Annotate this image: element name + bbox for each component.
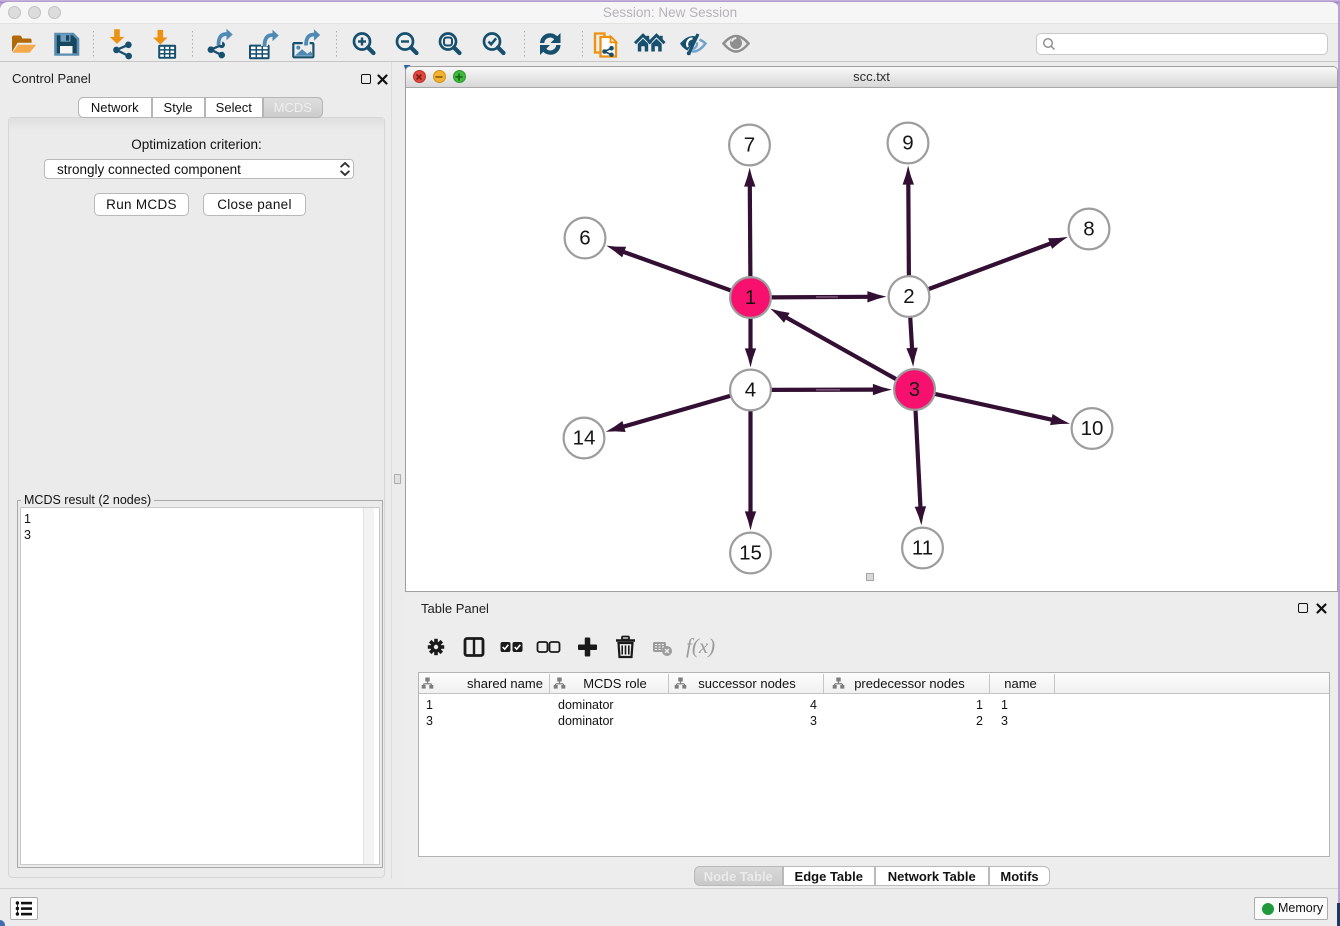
svg-text:9: 9 — [902, 132, 913, 155]
svg-text:3: 3 — [909, 378, 920, 401]
svg-text:7: 7 — [744, 134, 755, 157]
svg-text:6: 6 — [579, 227, 590, 250]
svg-text:1: 1 — [745, 286, 756, 309]
svg-text:11: 11 — [912, 537, 933, 560]
svg-text:8: 8 — [1083, 218, 1094, 241]
svg-text:14: 14 — [573, 427, 596, 450]
svg-text:15: 15 — [739, 542, 762, 565]
svg-text:2: 2 — [903, 285, 914, 308]
svg-text:4: 4 — [745, 379, 756, 402]
svg-text:10: 10 — [1081, 417, 1104, 440]
